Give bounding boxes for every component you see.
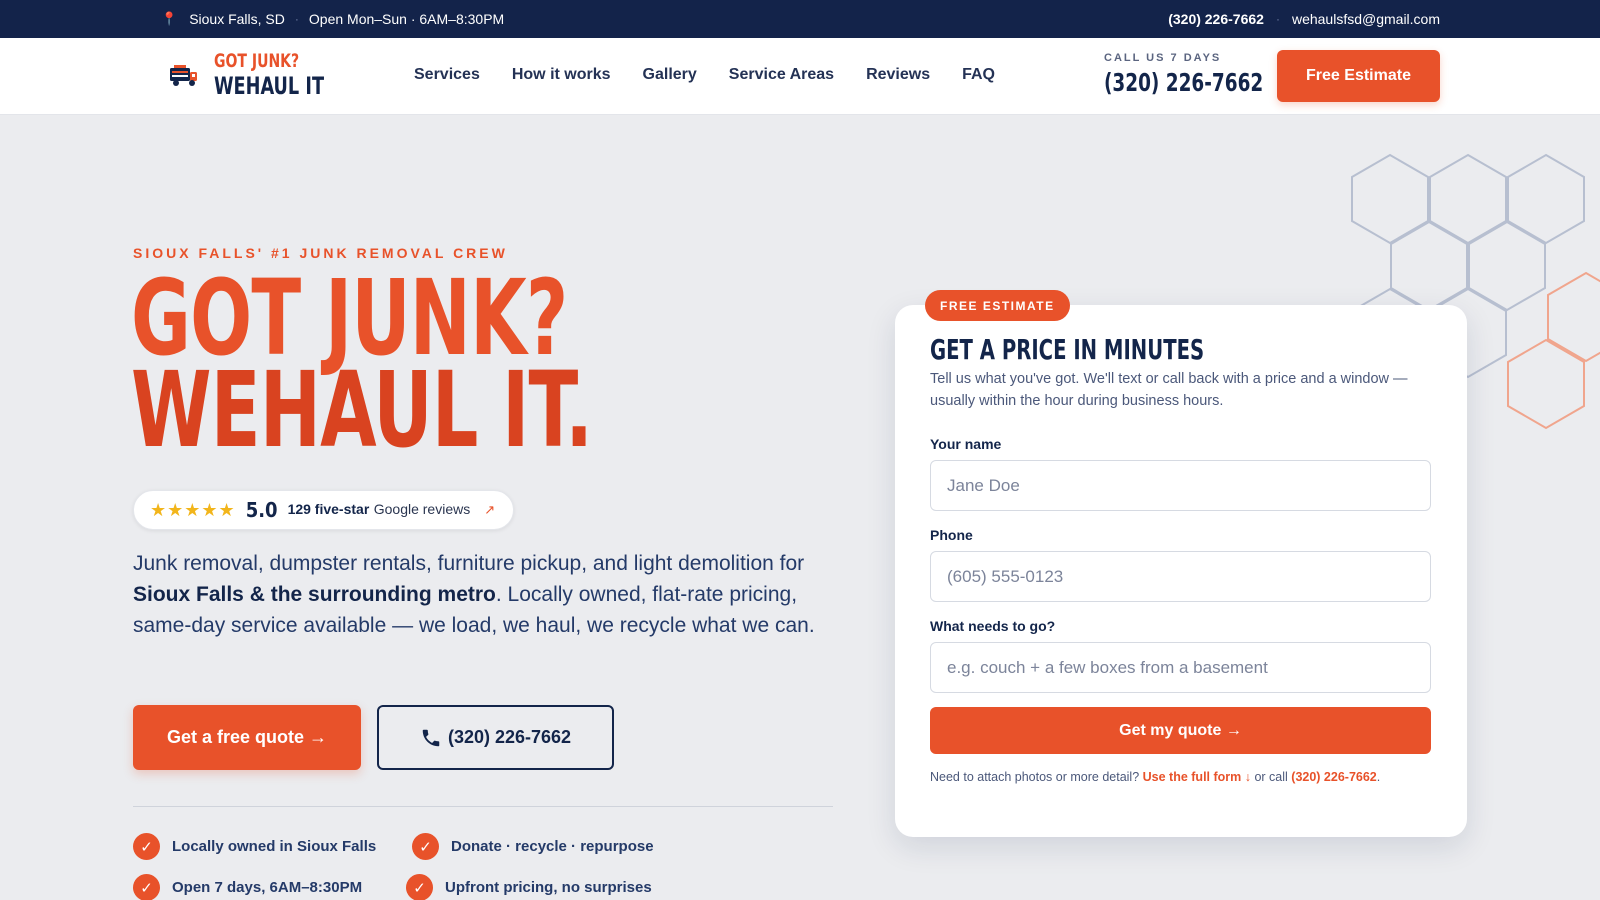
five-stars-icon: ★★★★★ <box>150 499 236 520</box>
form-title: GET A PRICE IN MINUTES <box>930 333 1205 366</box>
name-label: Your name <box>930 436 1002 452</box>
nav-item-faq[interactable]: FAQ <box>962 66 995 84</box>
hero-headline: GOT JUNK? WEHAUL IT. <box>131 266 593 471</box>
headline-line-2: WEHAUL IT. <box>131 349 593 471</box>
separator-dot: · <box>1275 12 1280 26</box>
footer-end: . <box>1376 770 1381 784</box>
separator-dot: · <box>294 12 299 26</box>
top-bar-left: 📍 Sioux Falls, SD · Open Mon–Sun · 6AM–8… <box>161 11 504 27</box>
items-input[interactable] <box>930 642 1431 693</box>
feature-item: ✓ Open 7 days, 6AM–8:30PM <box>133 874 362 900</box>
hero-description: Junk removal, dumpster rentals, furnitur… <box>133 548 823 641</box>
review-source: Google reviews <box>373 501 471 517</box>
external-arrow-icon: ↗ <box>484 502 496 517</box>
map-pin-icon: 📍 <box>161 11 178 26</box>
feature-item: ✓ Upfront pricing, no surprises <box>406 874 652 900</box>
top-bar-right: (320) 226-7662 · wehaulsfsd@gmail.com <box>1168 11 1440 27</box>
feature-label: Open 7 days, 6AM–8:30PM <box>172 879 363 896</box>
footer-phone-link[interactable]: (320) 226-7662 <box>1291 770 1376 784</box>
form-footer-note: Need to attach photos or more detail? Us… <box>930 768 1420 786</box>
logo[interactable]: GOT JUNK? WEHAUL IT <box>168 52 348 98</box>
footer-text-1: Need to attach photos or more detail? <box>930 770 1143 784</box>
phone-label: Phone <box>930 527 973 543</box>
get-my-quote-button[interactable]: Get my quote → <box>930 707 1431 754</box>
footer-text-2: or call <box>1250 770 1292 784</box>
rating-score: 5.0 <box>245 498 278 522</box>
get-free-quote-button[interactable]: Get a free quote → <box>133 705 361 770</box>
phone-icon <box>422 729 440 746</box>
check-icon: ✓ <box>133 874 160 900</box>
top-bar: 📍 Sioux Falls, SD · Open Mon–Sun · 6AM–8… <box>0 0 1600 38</box>
nav-item-gallery[interactable]: Gallery <box>643 66 697 84</box>
hours-text: Open Mon–Sun · 6AM–8:30PM <box>308 11 505 27</box>
check-icon: ✓ <box>133 833 160 860</box>
nav-item-reviews[interactable]: Reviews <box>866 66 930 84</box>
google-rating-badge[interactable]: ★★★★★ 5.0 129 five-star Google reviews ↗ <box>133 490 515 530</box>
name-input[interactable] <box>930 460 1431 511</box>
feature-label: Locally owned in Sioux Falls <box>172 838 377 855</box>
header-phone-link[interactable]: (320) 226-7662 <box>1104 68 1263 97</box>
free-estimate-button[interactable]: Free Estimate <box>1277 50 1440 102</box>
logo-line-1: GOT JUNK? <box>214 50 300 72</box>
nav-item-how-it-works[interactable]: How it works <box>512 66 611 84</box>
topbar-email-link[interactable]: wehaulsfsd@gmail.com <box>1292 11 1440 27</box>
desc-bold: Sioux Falls & the surrounding metro <box>133 583 496 606</box>
location-text: Sioux Falls, SD <box>189 11 285 27</box>
dumpster-truck-icon <box>170 65 197 86</box>
nav-item-service-areas[interactable]: Service Areas <box>729 66 834 84</box>
phone-input[interactable] <box>930 551 1431 602</box>
free-estimate-badge: FREE ESTIMATE <box>925 290 1070 321</box>
header-call-block: CALL US 7 DAYS (320) 226-7662 <box>1104 52 1298 97</box>
feature-label: Donate · recycle · repurpose <box>451 838 654 855</box>
check-icon: ✓ <box>412 833 439 860</box>
check-icon: ✓ <box>406 874 433 900</box>
logo-text: GOT JUNK? WEHAUL IT <box>214 50 325 100</box>
full-form-link[interactable]: Use the full form ↓ <box>1143 770 1251 784</box>
feature-item: ✓ Donate · recycle · repurpose <box>412 833 654 860</box>
call-phone-label: (320) 226-7662 <box>447 727 572 747</box>
logo-line-2: WEHAUL IT <box>214 72 325 100</box>
feature-label: Upfront pricing, no surprises <box>445 879 652 896</box>
call-phone-button[interactable]: (320) 226-7662 <box>377 705 614 770</box>
nav-item-services[interactable]: Services <box>414 66 480 84</box>
feature-item: ✓ Locally owned in Sioux Falls <box>133 833 376 860</box>
desc-part-1: Junk removal, dumpster rentals, furnitur… <box>133 552 805 575</box>
main-nav: Services How it works Gallery Service Ar… <box>414 66 995 84</box>
site-header: GOT JUNK? WEHAUL IT Services How it work… <box>0 38 1600 115</box>
items-label: What needs to go? <box>930 618 1056 634</box>
form-subtitle: Tell us what you've got. We'll text or c… <box>930 371 1408 409</box>
review-count: 129 five-star <box>287 501 370 517</box>
call-caption: CALL US 7 DAYS <box>1104 52 1222 64</box>
hero-divider <box>133 806 833 807</box>
topbar-phone-link[interactable]: (320) 226-7662 <box>1168 11 1264 27</box>
